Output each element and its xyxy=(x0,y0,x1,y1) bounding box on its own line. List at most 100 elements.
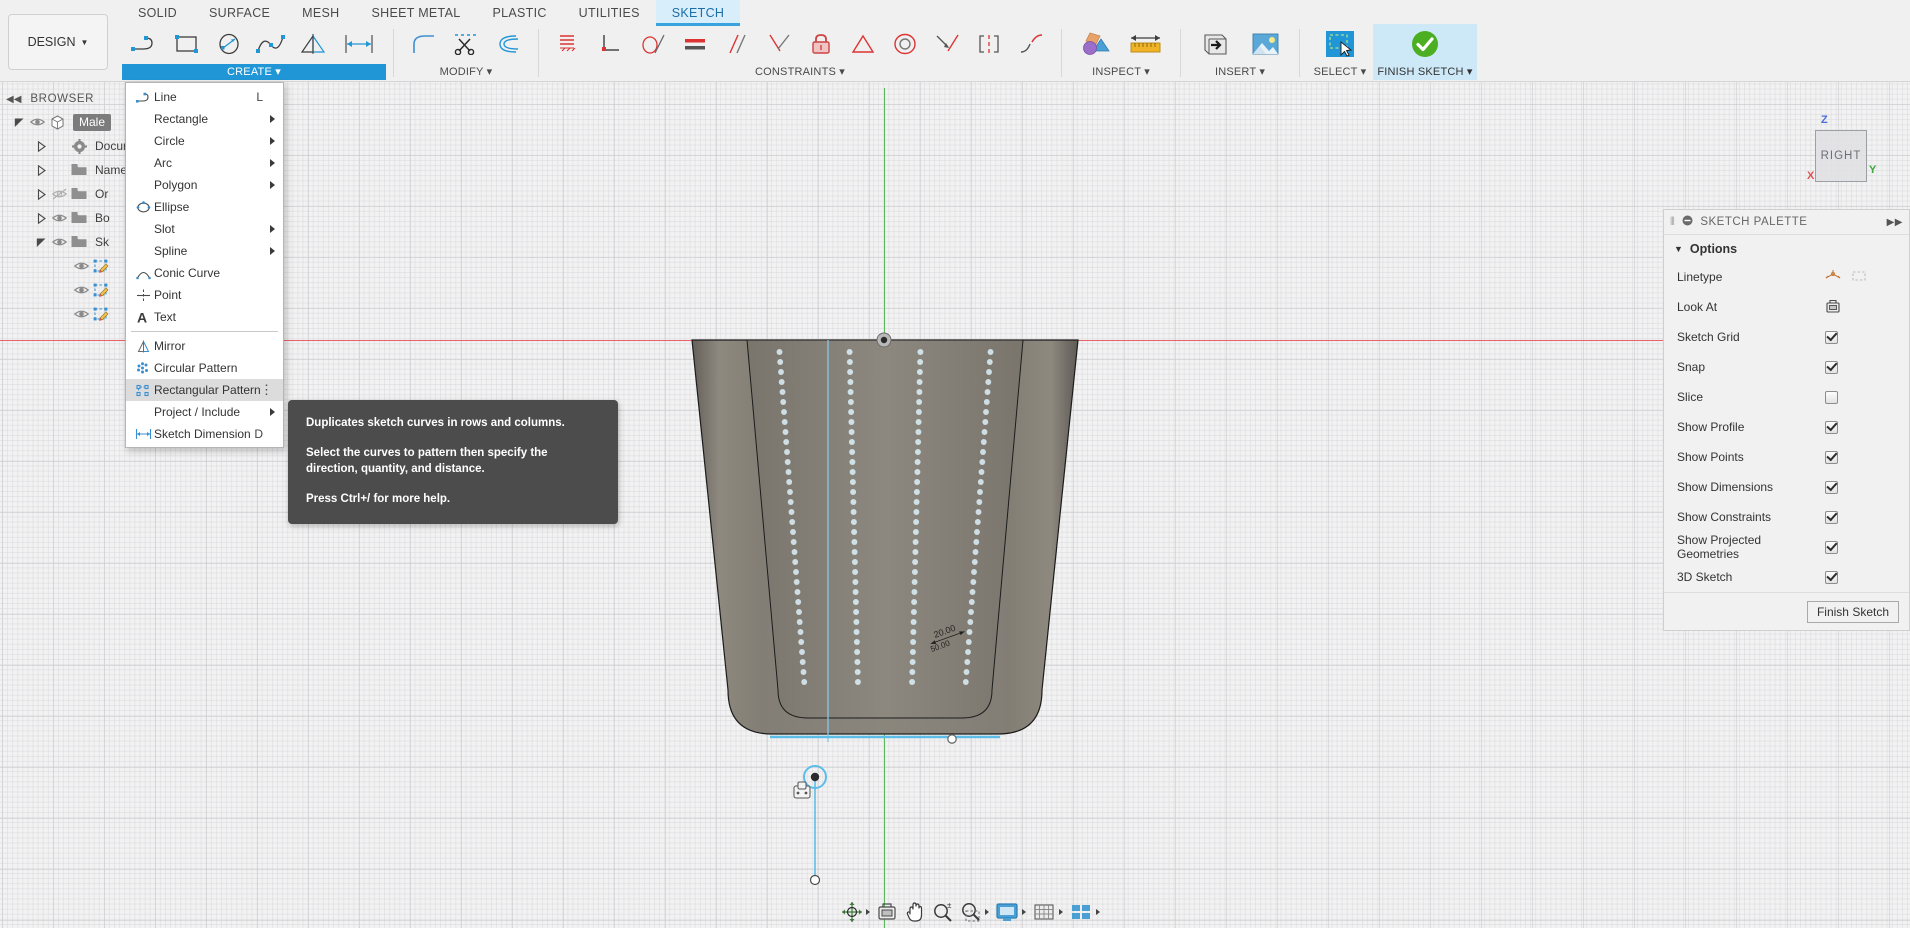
linetype-normal-icon[interactable] xyxy=(1825,269,1841,286)
viewcube-face-right[interactable]: RIGHT xyxy=(1815,130,1867,182)
coincident-constraint-icon[interactable] xyxy=(548,24,590,64)
triangle-collapsed-icon[interactable] xyxy=(32,141,50,152)
menu-item-arc[interactable]: Arc xyxy=(126,152,283,174)
eye-hidden-icon[interactable] xyxy=(50,188,68,200)
finish-sketch-panel-button[interactable]: Finish Sketch xyxy=(1807,601,1899,623)
checkbox-show-projected-geometries[interactable] xyxy=(1825,541,1838,554)
select-group-button[interactable]: SELECT ▾ xyxy=(1307,64,1373,80)
offset-tool-icon[interactable] xyxy=(487,24,529,64)
look-at-icon[interactable] xyxy=(1825,299,1841,316)
menu-item-text[interactable]: AText xyxy=(126,306,283,328)
zoom-icon[interactable]: ± xyxy=(929,899,957,925)
measure-tool-icon[interactable] xyxy=(1071,24,1121,64)
tab-sheet-metal[interactable]: SHEET METAL xyxy=(355,0,476,26)
expand-panel-icon[interactable]: ▶▶ xyxy=(1887,217,1903,228)
eye-visible-icon[interactable] xyxy=(72,260,90,272)
concentric-constraint-icon[interactable] xyxy=(884,24,926,64)
sketch-dimension-tool-icon[interactable] xyxy=(334,24,384,64)
checkbox-show-points[interactable] xyxy=(1825,451,1838,464)
menu-item-sketch-dimension[interactable]: Sketch DimensionD xyxy=(126,423,283,445)
parallel-constraint-icon[interactable] xyxy=(716,24,758,64)
linetype-construction-icon[interactable] xyxy=(1851,269,1867,286)
menu-item-spline[interactable]: Spline xyxy=(126,240,283,262)
trim-tool-icon[interactable] xyxy=(445,24,487,64)
menu-item-line[interactable]: LineL xyxy=(126,86,283,108)
model-perforated-shell[interactable]: 20.00 50.00 xyxy=(690,338,1080,748)
eye-visible-icon[interactable] xyxy=(72,308,90,320)
insert-group-button[interactable]: INSERT ▾ xyxy=(1188,64,1292,80)
checkbox-sketch-grid[interactable] xyxy=(1825,331,1838,344)
tab-surface[interactable]: SURFACE xyxy=(193,0,286,26)
grip-handle-icon[interactable]: ⦀ xyxy=(1670,216,1675,229)
tab-utilities[interactable]: UTILITIES xyxy=(563,0,656,26)
orbit-icon[interactable] xyxy=(838,899,873,925)
horizontal-vertical-constraint-icon[interactable] xyxy=(590,24,632,64)
triangle-collapsed-icon[interactable] xyxy=(32,165,50,176)
equal-constraint-icon[interactable] xyxy=(674,24,716,64)
select-window-icon[interactable] xyxy=(1315,24,1365,64)
workspace-switcher-button[interactable]: DESIGN ▼ xyxy=(8,14,108,70)
modify-group-button[interactable]: MODIFY ▾ xyxy=(401,64,531,80)
menu-item-project-include[interactable]: Project / Include xyxy=(126,401,283,423)
tab-sketch[interactable]: SKETCH xyxy=(656,0,741,26)
look-at-icon[interactable] xyxy=(873,899,901,925)
checkbox-snap[interactable] xyxy=(1825,361,1838,374)
symmetry-constraint-icon[interactable] xyxy=(968,24,1010,64)
menu-item-rectangular-pattern[interactable]: Rectangular Pattern⋮ xyxy=(126,379,283,401)
checkbox-show-profile[interactable] xyxy=(1825,421,1838,434)
menu-item-conic-curve[interactable]: Conic Curve xyxy=(126,262,283,284)
tab-solid[interactable]: SOLID xyxy=(122,0,193,26)
eye-visible-icon[interactable] xyxy=(28,116,46,128)
menu-item-rectangle[interactable]: Rectangle xyxy=(126,108,283,130)
ruler-icon[interactable] xyxy=(1121,24,1171,64)
minus-circle-icon[interactable] xyxy=(1682,215,1693,229)
triangle-expanded-icon[interactable] xyxy=(32,237,50,248)
eye-visible-icon[interactable] xyxy=(72,284,90,296)
inspect-group-button[interactable]: INSPECT ▾ xyxy=(1069,64,1173,80)
finish-sketch-button[interactable]: FINISH SKETCH ▾ xyxy=(1373,64,1477,80)
menu-item-circular-pattern[interactable]: Circular Pattern xyxy=(126,357,283,379)
pan-hand-icon[interactable] xyxy=(901,899,929,925)
menu-item-mirror[interactable]: Mirror xyxy=(126,335,283,357)
spline-tool-icon[interactable] xyxy=(250,24,292,64)
constraints-group-button[interactable]: CONSTRAINTS ▾ xyxy=(546,64,1054,80)
tangent-constraint-icon[interactable] xyxy=(632,24,674,64)
canvas-image-icon[interactable] xyxy=(1240,24,1290,64)
menu-item-polygon[interactable]: Polygon xyxy=(126,174,283,196)
checkbox-3d-sketch[interactable] xyxy=(1825,571,1838,584)
overflow-dots-icon[interactable]: ⋮ xyxy=(260,388,273,392)
checkbox-show-dimensions[interactable] xyxy=(1825,481,1838,494)
collinear-constraint-icon[interactable] xyxy=(926,24,968,64)
checkbox-slice[interactable] xyxy=(1825,391,1838,404)
checkbox-show-constraints[interactable] xyxy=(1825,511,1838,524)
grid-snap-icon[interactable] xyxy=(1029,899,1066,925)
rectangle-tool-icon[interactable] xyxy=(166,24,208,64)
display-settings-icon[interactable] xyxy=(992,899,1029,925)
menu-item-point[interactable]: Point xyxy=(126,284,283,306)
eye-visible-icon[interactable] xyxy=(50,236,68,248)
options-section-header[interactable]: ▼ Options xyxy=(1664,235,1909,262)
triangle-collapsed-icon[interactable] xyxy=(32,213,50,224)
viewcube[interactable]: RIGHT Z X Y xyxy=(1805,118,1873,186)
create-group-button[interactable]: CREATE ▾ xyxy=(122,64,386,80)
viewports-icon[interactable] xyxy=(1066,899,1103,925)
tab-mesh[interactable]: MESH xyxy=(286,0,355,26)
curvature-constraint-icon[interactable] xyxy=(1010,24,1052,64)
fix-unfix-lock-icon[interactable] xyxy=(800,24,842,64)
triangle-expanded-icon[interactable] xyxy=(10,117,28,128)
midpoint-constraint-icon[interactable] xyxy=(842,24,884,64)
menu-item-slot[interactable]: Slot xyxy=(126,218,283,240)
line-tool-icon[interactable] xyxy=(124,24,166,64)
perpendicular-constraint-icon[interactable] xyxy=(758,24,800,64)
triangle-collapsed-icon[interactable] xyxy=(32,189,50,200)
menu-item-circle[interactable]: Circle xyxy=(126,130,283,152)
fillet-tool-icon[interactable] xyxy=(403,24,445,64)
mirror-tool-icon[interactable] xyxy=(292,24,334,64)
circle-tool-icon[interactable] xyxy=(208,24,250,64)
collapse-panel-icon[interactable]: ◀◀ xyxy=(6,94,21,105)
eye-visible-icon[interactable] xyxy=(50,212,68,224)
zoom-window-icon[interactable] xyxy=(957,899,992,925)
menu-item-ellipse[interactable]: Ellipse xyxy=(126,196,283,218)
insert-derive-icon[interactable] xyxy=(1190,24,1240,64)
tab-plastic[interactable]: PLASTIC xyxy=(476,0,562,26)
